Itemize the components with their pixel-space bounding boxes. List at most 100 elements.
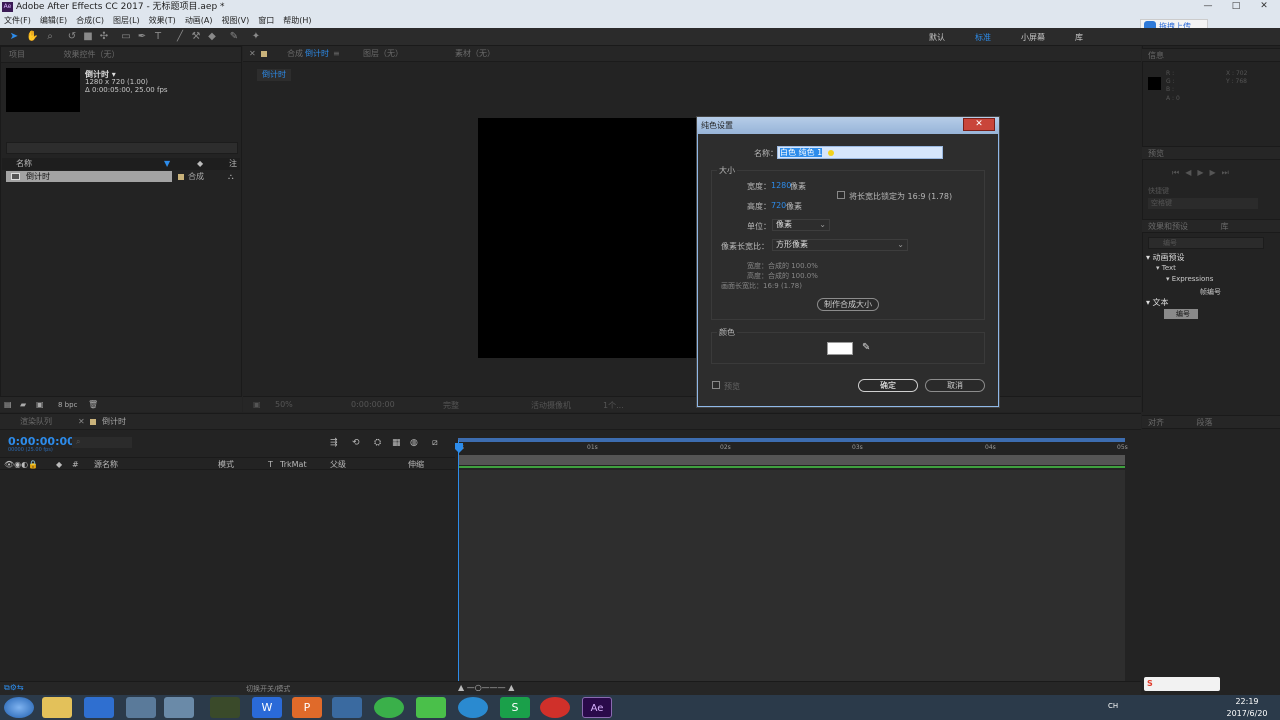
col-parent[interactable]: 父级 — [330, 458, 346, 471]
views-select[interactable]: 1个... — [603, 400, 624, 411]
camera-tool-icon[interactable]: ■ — [82, 31, 94, 43]
col-trkmat[interactable]: TrkMat — [280, 458, 307, 471]
comp-menu-icon[interactable]: ≡ — [333, 46, 340, 62]
menu-edit[interactable]: 编辑(E) — [40, 14, 67, 28]
cancel-button[interactable]: 取消 — [925, 379, 985, 392]
composition-canvas[interactable] — [478, 118, 714, 358]
frame-blending-icon[interactable]: ▦ — [392, 438, 401, 448]
pen-tool-icon[interactable]: ✒ — [136, 31, 148, 43]
menu-effect[interactable]: 效果(T) — [149, 14, 176, 28]
col-t[interactable]: T — [268, 458, 273, 471]
folder-app-icon[interactable] — [164, 697, 194, 718]
dialog-close-button[interactable]: ✕ — [963, 118, 995, 131]
time-ruler[interactable] — [458, 438, 1125, 456]
clock-date[interactable]: 2017/6/20 — [1222, 709, 1272, 718]
graph-editor-icon[interactable]: ⧄ — [432, 438, 438, 448]
menu-file[interactable]: 文件(F) — [4, 14, 31, 28]
maximize-icon[interactable]: □ — [1222, 0, 1250, 13]
col-mode[interactable]: 模式 — [218, 458, 234, 471]
roto-brush-tool-icon[interactable]: ✎ — [228, 31, 240, 43]
type-tool-icon[interactable]: T — [152, 31, 164, 43]
ime-toolbar[interactable]: S — [1144, 677, 1220, 691]
draft-3d-icon[interactable]: ⟲ — [352, 438, 360, 448]
brush-tool-icon[interactable]: ╱ — [174, 31, 186, 43]
tree-text[interactable]: ▾ Text — [1156, 264, 1176, 272]
bit-depth[interactable]: 8 bpc — [58, 401, 77, 409]
new-folder-icon[interactable]: ▰ — [20, 400, 26, 409]
after-effects-taskbar-icon[interactable]: Ae — [582, 697, 612, 718]
trash-icon[interactable]: 🗑 — [88, 400, 98, 409]
tab-footage[interactable]: 素材（无） — [455, 46, 495, 62]
project-search-input[interactable] — [6, 142, 238, 154]
new-comp-icon[interactable]: ▣ — [36, 400, 44, 409]
workspace-library[interactable]: 库 — [1075, 32, 1083, 43]
tab-effects-presets[interactable]: 效果和预设 — [1148, 222, 1188, 231]
tree-numbers[interactable]: 编号 — [1164, 309, 1198, 319]
sort-down-icon[interactable]: ▼ — [164, 158, 170, 170]
zoom-tool-icon[interactable]: ⌕ — [44, 31, 56, 43]
tab-align[interactable]: 对齐 — [1148, 418, 1164, 427]
tree-animation-presets[interactable]: ▾ 动画预设 — [1146, 252, 1185, 263]
wps-writer-icon[interactable]: W — [252, 697, 282, 718]
menu-composition[interactable]: 合成(C) — [76, 14, 104, 28]
tab-preview[interactable]: 预览 — [1148, 149, 1164, 158]
selection-tool-icon[interactable]: ➤ — [8, 31, 20, 43]
menu-animation[interactable]: 动画(A) — [185, 14, 213, 28]
media-app-icon[interactable] — [210, 697, 240, 718]
pan-behind-tool-icon[interactable]: ✣ — [98, 31, 110, 43]
tree-frame-number[interactable]: 帧编号 — [1200, 287, 1221, 297]
screen-capture-icon[interactable] — [126, 697, 156, 718]
tab-paragraph[interactable]: 段落 — [1197, 418, 1213, 427]
eraser-tool-icon[interactable]: ◆ — [206, 31, 218, 43]
always-preview-icon[interactable]: ▣ — [253, 400, 261, 409]
close-window-icon[interactable]: ✕ — [1250, 0, 1278, 13]
start-button-icon[interactable] — [4, 697, 34, 718]
browser-icon[interactable] — [374, 697, 404, 718]
pixel-aspect-select[interactable]: 方形像素 ⌄ — [772, 239, 908, 251]
menu-view[interactable]: 视图(V) — [222, 14, 250, 28]
camera-select[interactable]: 活动摄像机 — [531, 400, 571, 411]
menu-help[interactable]: 帮助(H) — [283, 14, 311, 28]
preview-checkbox[interactable] — [712, 381, 720, 389]
tab-layer[interactable]: 图层（无） — [363, 46, 403, 62]
comp-mini-flowchart-icon[interactable]: ⇶ — [330, 438, 338, 448]
ok-button[interactable]: 确定 — [858, 379, 918, 392]
timeline-search-input[interactable]: ⌕ — [72, 437, 132, 448]
clock-time[interactable]: 22:19 — [1222, 697, 1272, 706]
toggle-switches-modes[interactable]: 切换开关/模式 — [246, 684, 290, 694]
label-tag-icon[interactable]: ◆ — [197, 158, 203, 170]
motion-blur-icon[interactable]: ◍ — [410, 438, 418, 448]
zoom-slider[interactable]: ▲ —○——— ▲ — [458, 683, 514, 692]
rectangle-tool-icon[interactable]: ▭ — [120, 31, 132, 43]
col-number[interactable]: # — [72, 458, 79, 471]
input-language[interactable]: CH — [1108, 702, 1118, 710]
tab-composition[interactable]: 合成 — [287, 46, 303, 62]
wps-presentation-icon[interactable]: P — [292, 697, 322, 718]
player-icon[interactable] — [458, 697, 488, 718]
tab-project[interactable]: 项目 — [9, 50, 25, 59]
playback-controls[interactable]: ⏮◀▶▶⏭ — [1172, 168, 1235, 178]
menu-window[interactable]: 窗口 — [258, 14, 274, 28]
layer-switches-icon[interactable]: ⧉⚙⇆ — [4, 683, 24, 693]
resolution-select[interactable]: 完整 — [443, 400, 459, 411]
tree-expressions[interactable]: ▾ Expressions — [1166, 275, 1213, 283]
height-value[interactable]: 720 — [771, 201, 786, 210]
current-time-indicator[interactable] — [458, 440, 459, 682]
zoom-select[interactable]: 50% — [275, 400, 293, 409]
comp-subtab[interactable]: 倒计时 — [257, 69, 291, 81]
effects-search-input[interactable]: 编号 — [1148, 237, 1264, 249]
work-area-bar[interactable] — [458, 455, 1125, 465]
tab-effect-controls[interactable]: 效果控件（无） — [64, 50, 120, 59]
col-name[interactable]: 名称 — [16, 158, 32, 170]
file-explorer-icon[interactable] — [42, 697, 72, 718]
menu-layer[interactable]: 图层(L) — [113, 14, 140, 28]
tab-info[interactable]: 信息 — [1148, 51, 1164, 60]
tree-text-effects[interactable]: ▾ 文本 — [1146, 297, 1169, 308]
col-stretch[interactable]: 伸缩 — [408, 458, 424, 471]
tab-composition-name[interactable]: 倒计时 — [305, 46, 329, 62]
tab-render-queue[interactable]: 渲染队列 — [20, 414, 52, 430]
label-tag-icon[interactable]: ◆ — [56, 458, 62, 471]
tab-library[interactable]: 库 — [1221, 222, 1229, 231]
project-item-row[interactable]: 倒计时 合成 ⛬ — [6, 171, 238, 182]
workspace-standard[interactable]: 标准 — [975, 32, 991, 43]
